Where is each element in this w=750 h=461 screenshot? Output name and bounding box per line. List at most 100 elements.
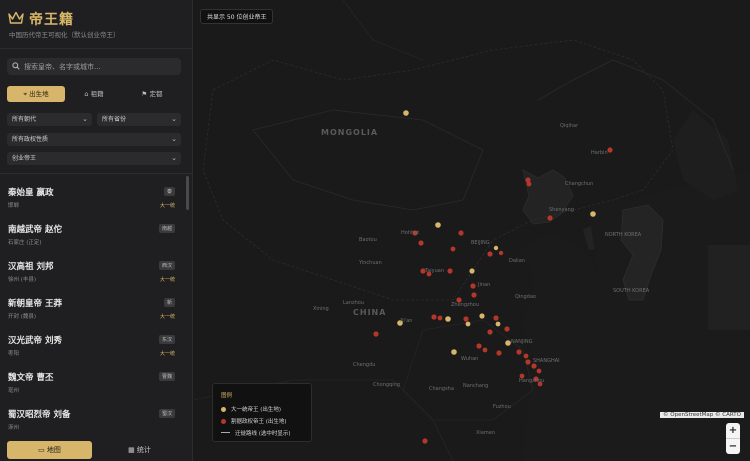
map-label: Xining	[313, 306, 329, 312]
map-label: Taiyuan	[425, 268, 445, 274]
stats-view-button[interactable]: ▦ 统计	[97, 441, 182, 459]
flag-icon: ⚑	[141, 90, 148, 98]
app-subtitle: 中国历代帝王可视化（默认创业帝王）	[9, 31, 120, 39]
search-input[interactable]	[24, 58, 176, 75]
map-label: Yinchuan	[359, 260, 382, 266]
type-select-value: 创业帝王	[12, 155, 37, 162]
map-label: SHANGHAI	[533, 358, 560, 364]
tab-ancestral-home[interactable]: ⌂ 祖籍	[65, 86, 123, 102]
map-label: BEIJING	[471, 240, 490, 246]
dynasty-select-value: 所有朝代	[12, 116, 37, 123]
map-label: SOUTH KOREA	[613, 288, 650, 294]
pin-icon: ⌖	[23, 90, 28, 98]
dynasty-badge: 新	[163, 298, 175, 307]
emperor-name: 蜀汉昭烈帝 刘备	[8, 410, 71, 420]
dynasty-badge: 东汉	[158, 335, 175, 344]
map-label: Changchun	[565, 181, 594, 187]
crown-icon	[8, 11, 24, 24]
legend-item-separatist: 割据政权帝王 (出生地)	[221, 417, 287, 425]
list-item[interactable]: 汉高祖 刘邦 西汉徐州 (丰县) 大一统	[0, 248, 184, 285]
list-item[interactable]: 魏文帝 曹丕 曹魏 亳州	[0, 359, 184, 396]
type-select[interactable]: 创业帝王 ⌄	[7, 152, 181, 165]
zoom-out-button[interactable]: −	[726, 439, 740, 454]
province-select-value: 所有省份	[102, 116, 127, 123]
regime-type: 大一统	[159, 351, 175, 357]
emperor-name: 秦始皇 嬴政	[8, 188, 54, 198]
map-view[interactable]: MONGOLIA CHINA NORTH KOREA SOUTH KOREA B…	[193, 0, 750, 461]
regime-type: 大一统	[159, 203, 175, 209]
dynasty-badge: 西汉	[158, 261, 175, 270]
grid-icon: ▦	[128, 446, 135, 454]
emperor-name: 汉高祖 刘邦	[8, 262, 54, 272]
search-icon	[12, 62, 20, 70]
legend-title: 图例	[221, 393, 233, 399]
dynasty-badge: 秦	[163, 187, 175, 196]
list-item[interactable]: 汉光武帝 刘秀 东汉枣阳 大一统	[0, 322, 184, 359]
home-icon: ⌂	[84, 90, 89, 98]
map-label: Nanchang	[463, 383, 489, 389]
tab-label: 定都	[149, 90, 163, 98]
map-label: Xiamen	[476, 430, 495, 436]
zoom-in-button[interactable]: +	[726, 423, 740, 439]
birthplace: 枣阳	[8, 351, 20, 357]
map-view-button[interactable]: ▭ 地图	[7, 441, 92, 459]
red-dot-icon	[221, 419, 226, 424]
search-box[interactable]	[7, 58, 181, 75]
legend-label: 大一统帝王 (出生地)	[231, 407, 282, 413]
list-item[interactable]: 新朝皇帝 王莽 新开封 (魏县) 大一统	[0, 285, 184, 322]
map-icon: ▭	[38, 446, 45, 454]
map-label: Wuhan	[461, 356, 479, 362]
map-label: Shenyang	[549, 207, 574, 213]
dynasty-badge: 南越	[158, 224, 175, 233]
province-select[interactable]: 所有省份 ⌄	[97, 113, 181, 126]
map-label: Lanzhou	[343, 300, 365, 306]
birthplace: 徐州 (丰县)	[8, 277, 37, 283]
map-label: Qingdao	[515, 294, 536, 300]
chevron-down-icon: ⌄	[82, 115, 88, 123]
regime-type: 大一统	[159, 277, 175, 283]
tab-label: 祖籍	[90, 90, 104, 98]
map-label: NANJING	[511, 339, 533, 345]
map-label: Zhengzhou	[451, 302, 480, 308]
dynasty-select[interactable]: 所有朝代 ⌄	[7, 113, 92, 126]
birthplace: 邯郸	[8, 203, 20, 209]
map-label: Hohhot	[401, 230, 420, 236]
stats-view-label: 统计	[136, 446, 151, 454]
map-label: Jinan	[478, 282, 491, 288]
emperor-name: 南越武帝 赵佗	[8, 225, 62, 235]
gold-dot-icon	[221, 407, 226, 412]
map-label: Fuzhou	[493, 404, 511, 410]
regime-select[interactable]: 所有政权性质 ⌄	[7, 133, 181, 146]
zoom-control: + −	[726, 423, 740, 454]
dynasty-badge: 曹魏	[158, 372, 175, 381]
app-title: 帝王籍	[29, 12, 74, 28]
map-label: Changsha	[429, 386, 454, 392]
bottom-nav: ▭ 地图 ▦ 统计	[0, 436, 192, 461]
map-label: Xi'an	[400, 318, 413, 324]
map-label: NORTH KOREA	[605, 232, 642, 238]
map-label: Qiqihar	[560, 123, 579, 129]
tab-birthplace[interactable]: ⌖ 出生地	[7, 86, 65, 102]
map-label: Chongqing	[373, 382, 400, 388]
list-item[interactable]: 蜀汉昭烈帝 刘备 蜀汉 涿州	[0, 396, 184, 433]
mode-switcher: ⌖ 出生地 ⌂ 祖籍 ⚑ 定都	[7, 86, 181, 102]
list-item[interactable]: 南越武帝 赵佗 南越石家庄 (正定)	[0, 211, 184, 248]
list-item[interactable]: 秦始皇 嬴政 秦邯郸 大一统	[0, 174, 184, 211]
birthplace: 开封 (魏县)	[8, 314, 37, 320]
map-attribution[interactable]: © OpenStreetMap © CARTO	[660, 412, 744, 418]
chevron-down-icon: ⌄	[171, 135, 177, 143]
legend-item-unified: 大一统帝王 (出生地)	[221, 405, 281, 413]
sidebar: 帝王籍 中国历代帝王可视化（默认创业帝王） ⌖ 出生地 ⌂ 祖籍 ⚑ 定都 所有…	[0, 0, 193, 461]
map-label: Hangzhou	[519, 378, 545, 384]
result-count: 共显示 50 位创业帝王	[200, 9, 274, 24]
map-label: Chengdu	[353, 362, 376, 368]
tab-capital[interactable]: ⚑ 定都	[123, 86, 181, 102]
chevron-down-icon: ⌄	[171, 115, 177, 123]
emperor-name: 汉光武帝 刘秀	[8, 336, 62, 346]
map-label: CHINA	[353, 308, 387, 317]
legend-item-route: 迁徙路线 (选中时显示)	[221, 429, 291, 437]
regime-type: 大一统	[159, 314, 175, 320]
birthplace: 石家庄 (正定)	[8, 240, 42, 246]
list-scrollbar[interactable]	[186, 176, 189, 210]
tab-label: 出生地	[29, 90, 49, 98]
